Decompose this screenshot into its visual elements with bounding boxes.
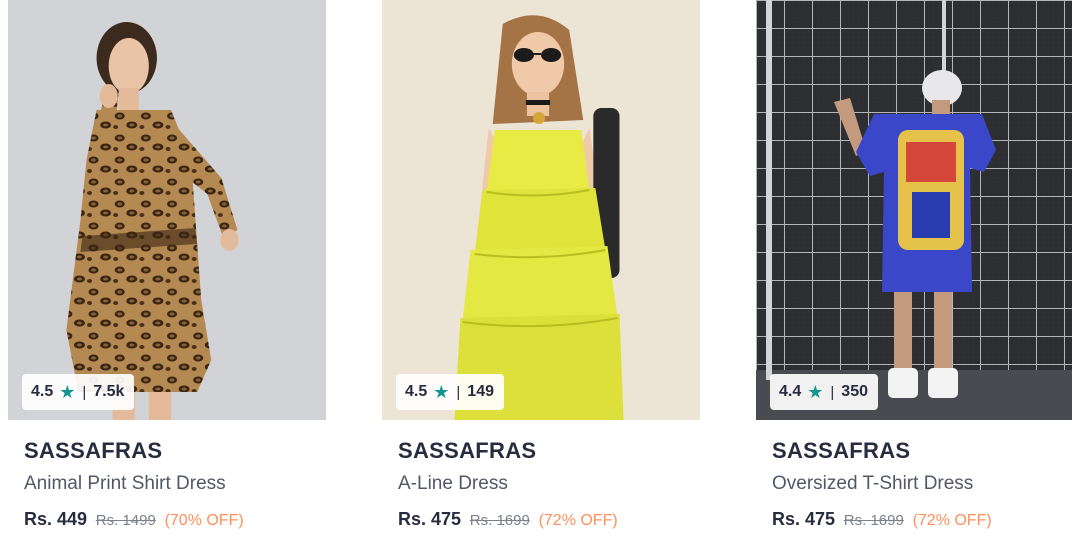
product-card[interactable]: 4.4 ★ | 350 SASSAFRAS Oversized T-Shirt … <box>756 0 1072 550</box>
star-icon: ★ <box>59 382 76 402</box>
product-brand: SASSAFRAS <box>772 438 911 463</box>
product-card[interactable]: 4.5 ★ | 149 SASSAFRAS A-Line Dress Rs. 4… <box>382 0 700 550</box>
rating-divider: | <box>456 383 461 401</box>
product-brand: SASSAFRAS <box>398 438 537 463</box>
product-image[interactable]: 4.4 ★ | 350 <box>756 0 1072 420</box>
product-image-leopard-dress <box>8 0 326 420</box>
star-icon: ★ <box>807 382 824 402</box>
product-image-yellow-dress <box>382 0 700 420</box>
price-row: Rs. 475 Rs. 1699 (72% OFF) <box>398 508 684 532</box>
star-icon: ★ <box>433 382 450 402</box>
product-card[interactable]: 4.5 ★ | 7.5k SASSAFRAS Animal Print Shir… <box>8 0 326 550</box>
rating-count: 7.5k <box>93 383 125 400</box>
rating-badge: 4.5 ★ | 7.5k <box>22 374 135 410</box>
product-discount: (70% OFF) <box>164 512 244 529</box>
product-discount: (72% OFF) <box>912 512 992 529</box>
product-brand: SASSAFRAS <box>24 438 163 463</box>
price-row: Rs. 475 Rs. 1699 (72% OFF) <box>772 508 1056 532</box>
product-mrp: Rs. 1499 <box>95 512 156 529</box>
rating-badge: 4.5 ★ | 149 <box>396 374 504 410</box>
product-title: Oversized T-Shirt Dress <box>772 473 974 494</box>
product-image[interactable]: 4.5 ★ | 149 <box>382 0 700 420</box>
rating-divider: | <box>830 383 835 401</box>
product-info: SASSAFRAS Animal Print Shirt Dress Rs. 4… <box>8 438 326 532</box>
product-price: Rs. 475 <box>398 509 462 529</box>
rating-value: 4.5 <box>405 383 428 400</box>
product-image-blue-tshirt-dress <box>756 0 1072 420</box>
product-image[interactable]: 4.5 ★ | 7.5k <box>8 0 326 420</box>
product-info: SASSAFRAS Oversized T-Shirt Dress Rs. 47… <box>756 438 1072 532</box>
product-title: A-Line Dress <box>398 473 508 494</box>
price-row: Rs. 449 Rs. 1499 (70% OFF) <box>24 508 310 532</box>
product-mrp: Rs. 1699 <box>843 512 904 529</box>
rating-value: 4.5 <box>31 383 54 400</box>
rating-badge: 4.4 ★ | 350 <box>770 374 878 410</box>
product-price: Rs. 449 <box>24 509 88 529</box>
product-mrp: Rs. 1699 <box>469 512 530 529</box>
product-price: Rs. 475 <box>772 509 836 529</box>
product-title: Animal Print Shirt Dress <box>24 473 226 494</box>
product-info: SASSAFRAS A-Line Dress Rs. 475 Rs. 1699 … <box>382 438 700 532</box>
rating-count: 149 <box>467 383 494 400</box>
product-discount: (72% OFF) <box>538 512 618 529</box>
rating-count: 350 <box>841 383 868 400</box>
product-grid: 4.5 ★ | 7.5k SASSAFRAS Animal Print Shir… <box>0 0 1077 550</box>
rating-value: 4.4 <box>779 383 802 400</box>
rating-divider: | <box>82 383 87 401</box>
